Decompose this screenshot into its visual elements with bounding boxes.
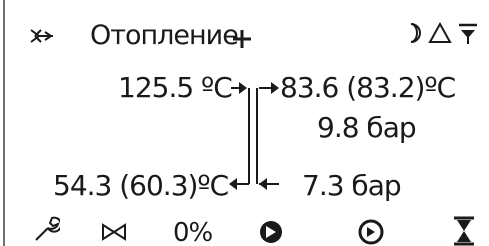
plus-icon[interactable] (231, 28, 253, 50)
heat-exchanger-diagram (229, 82, 279, 190)
wrench-icon[interactable] (32, 214, 60, 244)
out-pressure: 9.8 бар (317, 111, 417, 144)
out-temperature: 83.6 (83.2)ºC (280, 71, 456, 104)
shuffle-icon[interactable] (29, 26, 55, 46)
return-temperature: 54.3 (60.3)ºC (53, 169, 229, 202)
moon-icon (405, 22, 425, 44)
filter-icon[interactable] (457, 22, 479, 46)
hourglass-icon (452, 216, 476, 246)
alarm-triangle-icon[interactable] (428, 22, 452, 44)
valve-percent: 0% (173, 218, 213, 246)
pump-icon[interactable] (357, 218, 385, 246)
valve-icon[interactable] (101, 222, 127, 242)
in-pressure: 7.3 бар (302, 169, 402, 202)
supply-temperature: 125.5 ºC (118, 71, 233, 104)
pump-icon[interactable] (257, 218, 285, 246)
page-title: Отопление (90, 20, 239, 51)
heating-screen: Отопление 125.5 ºC 83.6 (83.2)ºC 9.8 бар… (3, 0, 486, 246)
